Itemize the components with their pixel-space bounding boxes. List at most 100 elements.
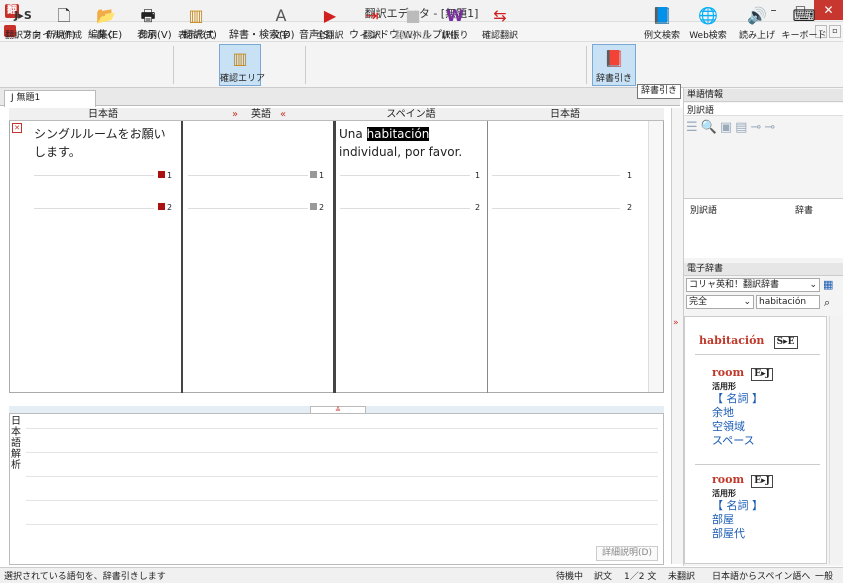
dictionary-search-input[interactable]: habitación bbox=[756, 295, 820, 309]
status-mode: 訳文 bbox=[594, 572, 613, 582]
alt-col-translation: 別訳語 bbox=[690, 206, 718, 216]
column-divider[interactable] bbox=[334, 121, 336, 393]
stop-icon: ■ bbox=[405, 6, 421, 25]
print-button[interactable]: 🖶 印刷 bbox=[128, 2, 168, 44]
translate-step-icon: ⇥ bbox=[365, 6, 379, 25]
confirm-translate-icon: ⇆ bbox=[493, 6, 507, 25]
row-number-back-1: 1 bbox=[627, 171, 633, 180]
align-icon[interactable]: ☰ bbox=[686, 120, 701, 135]
status-flag-icon bbox=[310, 171, 317, 178]
dict-headword-row: habitación S▸E bbox=[699, 334, 819, 349]
example-search-button[interactable]: 📘 例文検索 bbox=[639, 2, 685, 44]
status-field: 一般 bbox=[815, 572, 834, 582]
status-direction: 日本語からスペイン語へ bbox=[712, 572, 811, 582]
editor-scrollbar[interactable] bbox=[648, 121, 663, 392]
dictionary-lookup-button[interactable]: 📕 辞書引き bbox=[592, 44, 636, 86]
translate-all-button[interactable]: ▶ 全翻訳 bbox=[310, 2, 350, 44]
new-document-button[interactable]: 🗋 新規作成 bbox=[45, 2, 83, 44]
confirm-area-button[interactable]: ▥ 確認エリア bbox=[219, 44, 265, 86]
search-icon[interactable]: 🔍 bbox=[701, 120, 720, 135]
status-state: 待機中 bbox=[556, 572, 584, 582]
dict-meaning-link[interactable]: スペース bbox=[712, 434, 822, 448]
dict-meaning-link[interactable]: 空領域 bbox=[712, 420, 822, 434]
open-button[interactable]: 📂 開く bbox=[86, 2, 126, 44]
swap-left-icon[interactable]: » bbox=[232, 108, 238, 121]
confirm-translate-button[interactable]: ⇆ 確認翻訳 bbox=[476, 2, 524, 44]
collapse-arrow-icon[interactable]: » bbox=[673, 318, 679, 328]
selected-word[interactable]: habitación bbox=[366, 127, 430, 141]
green-icon[interactable]: ▤ bbox=[735, 120, 750, 135]
dict-meaning-link[interactable]: 余地 bbox=[712, 406, 822, 420]
mdi-restore-button[interactable]: ▫ bbox=[829, 25, 841, 38]
analysis-pane bbox=[9, 406, 664, 565]
column-header-japanese-back: 日本語 bbox=[550, 109, 580, 120]
column-header-japanese: 日本語 bbox=[88, 109, 118, 120]
row-number-back-2: 2 bbox=[627, 203, 633, 212]
printer-icon: 🖶 bbox=[140, 6, 156, 25]
read-aloud-button[interactable]: 🔊 読み上げ bbox=[736, 2, 778, 44]
split-icon: W bbox=[446, 6, 464, 25]
toolbar-separator bbox=[173, 46, 174, 84]
link-icon[interactable]: ⊸ bbox=[750, 120, 764, 135]
column-header-english: 英語 bbox=[251, 109, 271, 120]
view-mode-button[interactable]: ▥ 表示形式 bbox=[175, 2, 217, 44]
row-error-icon: ✕ bbox=[12, 123, 22, 133]
row-number-en-2: 2 bbox=[310, 203, 324, 212]
font-icon: A bbox=[275, 6, 287, 25]
status-message: 選択されている語句を、辞書引きします bbox=[4, 572, 166, 582]
document-tabstrip bbox=[0, 88, 680, 106]
translation-direction-button[interactable]: J▸S 翻訳方向 bbox=[3, 2, 43, 44]
stop-translate-button[interactable]: ■ 翻訳中止 bbox=[392, 2, 434, 44]
swap-right-icon[interactable]: « bbox=[280, 108, 286, 121]
match-select[interactable]: 完全 ⌄ bbox=[686, 295, 754, 309]
web-search-button[interactable]: 🌐 Web検索 bbox=[686, 2, 730, 44]
row-number-en-1: 1 bbox=[310, 171, 324, 180]
dict-meaning-link[interactable]: 部屋代 bbox=[712, 527, 822, 541]
e-dict-header: 電子辞書 bbox=[684, 263, 843, 276]
translate-button[interactable]: ⇥ 翻訳 bbox=[354, 2, 390, 44]
dictionary-scrollbar[interactable] bbox=[829, 316, 842, 564]
grid-line bbox=[26, 524, 658, 525]
grid-line bbox=[26, 500, 658, 501]
column-divider[interactable] bbox=[181, 121, 183, 393]
direction-icon: J▸S bbox=[14, 9, 32, 22]
analysis-label: 日本語解析 bbox=[11, 416, 21, 471]
toolbar bbox=[0, 42, 843, 88]
source-text-row-1[interactable]: シングルルームをお願いします。 bbox=[34, 125, 176, 161]
row-separator bbox=[188, 208, 308, 209]
target-text-row-1[interactable]: Una habitación individual, por favor. bbox=[339, 125, 484, 161]
dictionary-select[interactable]: コリャ英和！翻訳辞書 ⌄ bbox=[686, 278, 820, 292]
columns-icon: ▥ bbox=[188, 6, 204, 25]
dict-settings-icon[interactable]: ▦ bbox=[823, 278, 833, 291]
document-tab[interactable]: J 無題1 bbox=[4, 90, 96, 107]
alt-toolbar: ☰🔍▣▤⊸⊸ bbox=[686, 120, 836, 140]
detail-button[interactable]: 詳細説明(D) bbox=[596, 546, 658, 561]
column-header-spanish: スペイン語 bbox=[386, 109, 436, 120]
analysis-toggle-button[interactable]: ≚ bbox=[310, 406, 366, 414]
status-untranslated: 未翻訳 bbox=[668, 572, 696, 582]
row-separator bbox=[492, 175, 620, 176]
split-translation-button[interactable]: W 訳振り bbox=[437, 2, 473, 44]
grid-line bbox=[26, 476, 658, 477]
column-divider[interactable] bbox=[487, 121, 488, 393]
grid-line bbox=[26, 428, 658, 429]
error-flag-icon bbox=[158, 171, 165, 178]
keyboard-button[interactable]: ⌨ キーボード bbox=[781, 2, 827, 44]
row-number-es-2: 2 bbox=[475, 203, 481, 212]
dict-small-icon[interactable]: ▣ bbox=[720, 120, 735, 135]
font-button[interactable]: A 文字 bbox=[266, 2, 296, 44]
tooltip: 辞書引き bbox=[637, 84, 681, 99]
toolbar-separator bbox=[586, 46, 587, 84]
status-flag-icon bbox=[310, 203, 317, 210]
row-separator bbox=[492, 208, 620, 209]
pane-splitter[interactable] bbox=[671, 108, 683, 564]
binoculars-icon[interactable]: ⌕ bbox=[824, 296, 830, 310]
dict-meaning-link[interactable]: 部屋 bbox=[712, 513, 822, 527]
dict-entry-1: room E▸J 活用形 【 名詞 】 余地 空領域 スペース bbox=[712, 366, 822, 448]
row-separator bbox=[340, 208, 470, 209]
row-separator bbox=[34, 175, 154, 176]
speaker-icon: 🔊 bbox=[747, 6, 767, 25]
chevron-down-icon: ⌄ bbox=[743, 297, 751, 307]
link2-icon[interactable]: ⊸ bbox=[764, 120, 778, 135]
confirm-columns-icon: ▥ bbox=[232, 49, 248, 68]
